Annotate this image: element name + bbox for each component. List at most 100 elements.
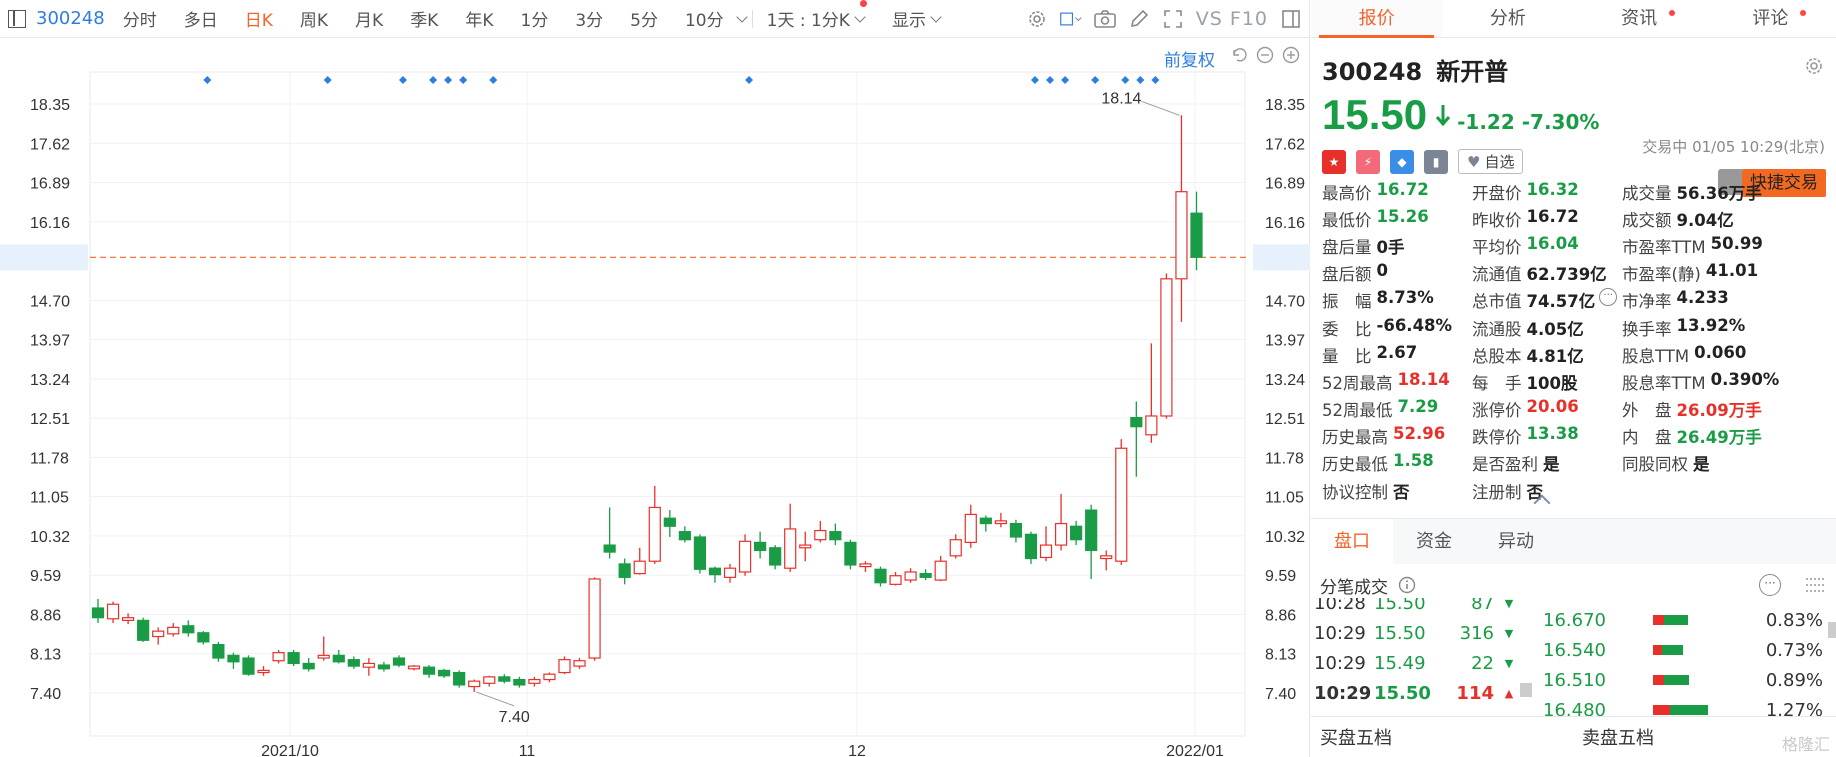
stock-code-link[interactable]: 300248 xyxy=(36,8,105,29)
tab-news[interactable]: 资讯 xyxy=(1574,0,1705,37)
price-change: -1.22 -7.30% xyxy=(1457,110,1599,134)
event-marker-icon xyxy=(489,76,498,84)
tag-icon[interactable]: ◆ xyxy=(1390,149,1414,174)
candle-body xyxy=(212,643,225,659)
y-tick-label-left: 16.89 xyxy=(30,176,70,193)
zoom-in-icon[interactable] xyxy=(1282,46,1300,64)
gear-icon[interactable] xyxy=(1804,56,1824,76)
candle-body xyxy=(949,539,962,557)
fullscreen-icon[interactable] xyxy=(1162,8,1184,30)
candle-body xyxy=(693,536,707,570)
lightning-icon[interactable]: ⚡ xyxy=(1356,149,1380,174)
compare-f10-label[interactable]: VS F10 xyxy=(1196,8,1268,30)
adjust-mode-link[interactable]: 前复权 xyxy=(1164,46,1215,71)
kline-chart[interactable]: 18.35 18.35 17.62 17.62 16.89 16.89 16.16 16.16… xyxy=(0,38,1310,757)
field-label: 委 比 xyxy=(1322,319,1372,339)
y-tick-label-left: 10.32 xyxy=(30,529,70,546)
more-icon[interactable]: ··· xyxy=(1759,574,1781,596)
candle-body xyxy=(829,531,842,541)
period-tab[interactable]: 5分 xyxy=(630,6,658,31)
period-tab[interactable]: 1分 xyxy=(521,6,549,31)
tab-anomaly[interactable]: 异动 xyxy=(1475,519,1557,564)
field-label: 涨停价 xyxy=(1472,401,1522,421)
field-label: 流通股 xyxy=(1472,319,1522,339)
field-value: 74.57亿 xyxy=(1526,292,1596,312)
bid-label[interactable]: 买盘五档 xyxy=(1311,724,1573,750)
tab-analysis[interactable]: 分析 xyxy=(1442,0,1573,37)
ticks-list[interactable]: 10:28 15.50 87 ▼ 10:29 15.50 316 ▼ 10:29 15.49 22 ▼… xyxy=(1311,598,1526,716)
period-tab[interactable]: 季K xyxy=(410,6,438,31)
sidebar-toggle-icon[interactable] xyxy=(8,9,26,28)
field-value: 0手 xyxy=(1376,237,1405,257)
field-label: 同股同权 xyxy=(1622,455,1688,475)
y-tick-label-right: 8.13 xyxy=(1265,647,1296,664)
candle-body xyxy=(392,657,406,666)
tab-orderbook[interactable]: 盘口 xyxy=(1311,519,1393,564)
ticks-scrollbar[interactable] xyxy=(1520,683,1532,697)
tab-quote[interactable]: 报价 xyxy=(1311,0,1443,38)
field-value: 是 xyxy=(1543,455,1560,475)
period-tab-active[interactable]: 日K xyxy=(245,6,273,31)
quote-field: 协议控制否 xyxy=(1322,479,1472,503)
zoom-out-icon[interactable] xyxy=(1256,46,1274,64)
period-tab[interactable]: 周K xyxy=(300,6,328,31)
x-tick-label: 2022/01 xyxy=(1166,743,1224,757)
field-value: 1.58 xyxy=(1393,451,1434,471)
field-value: 否 xyxy=(1393,482,1410,502)
period-tab[interactable]: 3分 xyxy=(575,6,603,31)
china-flag-icon[interactable]: ★ xyxy=(1322,149,1346,174)
current-price-label-bg xyxy=(0,244,88,271)
tab-comments[interactable]: 评论 xyxy=(1705,0,1836,37)
range-select[interactable]: 1天 : 1分K xyxy=(767,0,867,31)
gear-icon[interactable] xyxy=(1026,8,1048,30)
candle-body xyxy=(844,541,857,566)
field-value: 56.36万手 xyxy=(1676,183,1762,203)
display-select[interactable]: 显示 xyxy=(892,6,942,31)
undo-icon[interactable] xyxy=(1230,46,1248,64)
event-marker-icon xyxy=(1151,76,1160,84)
tab-capital[interactable]: 资金 xyxy=(1393,519,1475,564)
field-label: 平均价 xyxy=(1472,237,1522,257)
candle-body xyxy=(754,541,767,552)
field-label: 内 盘 xyxy=(1622,428,1672,448)
candle-body xyxy=(1070,525,1083,541)
add-watchlist-button[interactable]: ♥ 自选 xyxy=(1458,149,1524,174)
quote-field: 市盈率(静) 41.01 xyxy=(1622,261,1812,285)
event-marker-icon xyxy=(398,76,407,84)
period-tab[interactable]: 年K xyxy=(465,6,493,31)
info-icon[interactable] xyxy=(1398,576,1416,594)
period-tab[interactable]: 多日 xyxy=(184,6,218,31)
square-select-icon[interactable] xyxy=(1059,8,1082,30)
candle-body xyxy=(543,673,556,681)
field-label: 股息TTM xyxy=(1622,346,1690,366)
level-row: 16.480 1.27% xyxy=(1543,695,1828,717)
candle-body xyxy=(1115,447,1128,562)
period-tab[interactable]: 10分 xyxy=(685,6,724,31)
menu-icon[interactable] xyxy=(1806,576,1826,594)
price-levels-list[interactable]: 16.670 0.83% 16.540 0.73% 16.510 0.89% 16.480 1… xyxy=(1543,605,1828,717)
triangle-down-icon: ▼ xyxy=(1504,656,1514,670)
field-label: 外 盘 xyxy=(1622,401,1672,421)
quote-field-row: 历史最高 52.96 跌停价 13.38 内 盘 26.49万手 xyxy=(1322,423,1832,450)
field-value: 13.92% xyxy=(1676,315,1746,335)
quote-field: 平均价 16.04 xyxy=(1472,234,1622,258)
candle-body xyxy=(558,659,571,674)
quote-panel: 报价 分析 资讯 评论 300248 新开普 15.50 -1.22 -7.30%… xyxy=(1311,0,1836,757)
chevron-down-icon[interactable] xyxy=(735,10,748,23)
candle-body xyxy=(1100,555,1113,560)
camera-icon[interactable] xyxy=(1093,8,1116,30)
tick-time: 10:28 xyxy=(1314,598,1366,614)
period-tab[interactable]: 月K xyxy=(355,6,383,31)
quote-field-row: 协议控制否注册制 否 xyxy=(1322,477,1832,504)
bookmark-icon[interactable]: ▮ xyxy=(1424,149,1448,174)
y-tick-label-right: 12.51 xyxy=(1265,411,1305,428)
event-marker-icon xyxy=(444,76,453,84)
pencil-icon[interactable] xyxy=(1128,8,1150,30)
current-price: 15.50 xyxy=(1322,91,1428,138)
period-tab[interactable]: 分时 xyxy=(123,6,157,31)
panel-toggle-icon[interactable] xyxy=(1280,8,1302,30)
tick-time: 10:29 xyxy=(1314,622,1366,644)
more-icon[interactable]: ··· xyxy=(1599,288,1618,307)
levels-scrollbar[interactable] xyxy=(1828,622,1836,638)
field-label: 总股本 xyxy=(1472,346,1522,366)
